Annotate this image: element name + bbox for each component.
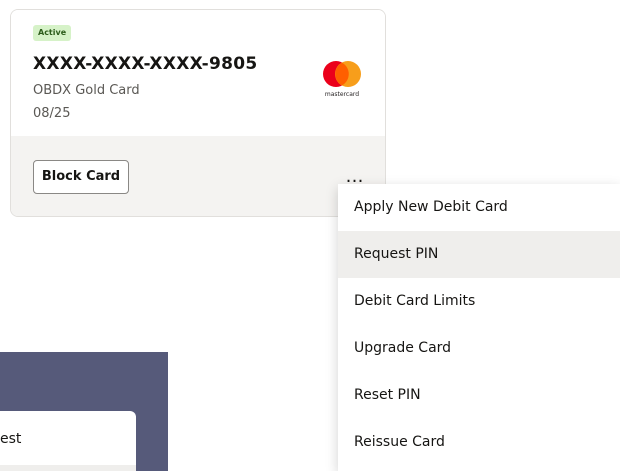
mastercard-wordmark: mastercard [324,91,360,98]
debit-card-tile: Active XXXX-XXXX-XXXX-9805 OBDX Gold Car… [10,9,386,217]
menu-item-request-pin[interactable]: Request PIN [338,231,620,278]
card-actions-menu: Apply New Debit Card Request PIN Debit C… [338,184,620,471]
background-popup-divider [0,465,136,471]
background-popup-text: est [0,431,22,447]
status-badge: Active [33,25,72,41]
menu-item-reissue-card[interactable]: Reissue Card [338,419,620,466]
card-name: OBDX Gold Card [33,83,140,98]
card-number: XXXX-XXXX-XXXX-9805 [33,54,258,74]
mastercard-logo-icon: mastercard [320,60,364,102]
menu-item-apply-new-debit-card[interactable]: Apply New Debit Card [338,184,620,231]
card-details: Active XXXX-XXXX-XXXX-9805 OBDX Gold Car… [11,10,385,136]
menu-item-reset-pin[interactable]: Reset PIN [338,372,620,419]
menu-item-debit-card-limits[interactable]: Debit Card Limits [338,278,620,325]
background-popup: est [0,411,136,471]
card-expiry: 08/25 [33,106,71,121]
block-card-button[interactable]: Block Card [33,160,129,194]
menu-item-upgrade-card[interactable]: Upgrade Card [338,325,620,372]
